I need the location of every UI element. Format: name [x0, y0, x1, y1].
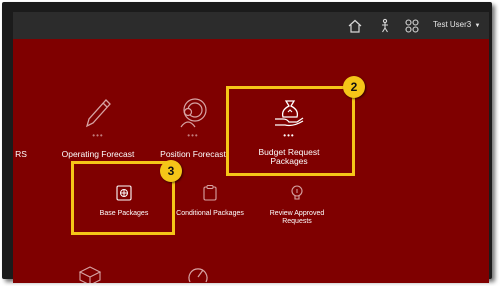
navigator-icon[interactable]	[377, 18, 393, 34]
tile-budget-request-packages[interactable]: ••• Budget Request Packages	[239, 97, 339, 166]
step-badge-2: 2	[343, 76, 365, 98]
money-bag-hand-icon	[239, 97, 339, 131]
tile-operating-forecast[interactable]: ••• Operating Forecast	[53, 97, 143, 159]
clipboard-icon	[165, 183, 255, 203]
tile-more-dots: •••	[92, 131, 104, 140]
tile-label: Position Forecast	[160, 149, 226, 159]
top-bar: Test User3 ▼	[13, 12, 489, 39]
user-menu[interactable]: Test User3 ▼	[433, 20, 480, 29]
people-target-icon	[148, 97, 238, 131]
home-icon[interactable]	[347, 18, 363, 34]
tile-conditional-packages[interactable]: Conditional Packages	[165, 183, 255, 218]
user-name: Test User3	[433, 20, 472, 29]
package-icon	[79, 183, 169, 203]
pencil-icon	[53, 97, 143, 131]
lightbulb-icon	[251, 183, 343, 203]
tile-row3-item1[interactable]	[75, 264, 105, 283]
screenshot-frame: Test User3 ▼ RS ••• Operating Forecast •…	[2, 2, 492, 283]
cube-icon	[75, 264, 105, 283]
tile-rs-partial[interactable]: RS	[13, 150, 31, 159]
tile-label-line2: Requests	[282, 218, 312, 225]
app-screen: Test User3 ▼ RS ••• Operating Forecast •…	[13, 12, 489, 283]
tile-label: RS	[15, 149, 27, 159]
tile-more-dots: •••	[187, 131, 199, 140]
chevron-down-icon: ▼	[474, 23, 481, 29]
gauge-icon	[183, 264, 213, 283]
tile-review-approved-requests[interactable]: Review Approved Requests	[251, 183, 343, 226]
tile-base-packages[interactable]: Base Packages	[79, 183, 169, 218]
tile-position-forecast[interactable]: ••• Position Forecast	[148, 97, 238, 159]
tile-row3-item2[interactable]	[183, 264, 213, 283]
tile-label-line1: Review Approved	[269, 210, 325, 217]
apps-grid-icon[interactable]	[404, 18, 420, 34]
tile-label-line2: Packages	[270, 156, 308, 166]
tile-label: Base Packages	[99, 210, 149, 217]
step-badge-3: 3	[160, 160, 182, 182]
tile-label: Operating Forecast	[61, 149, 135, 159]
tile-more-dots: •••	[283, 131, 295, 140]
tile-label: Conditional Packages	[176, 210, 244, 217]
